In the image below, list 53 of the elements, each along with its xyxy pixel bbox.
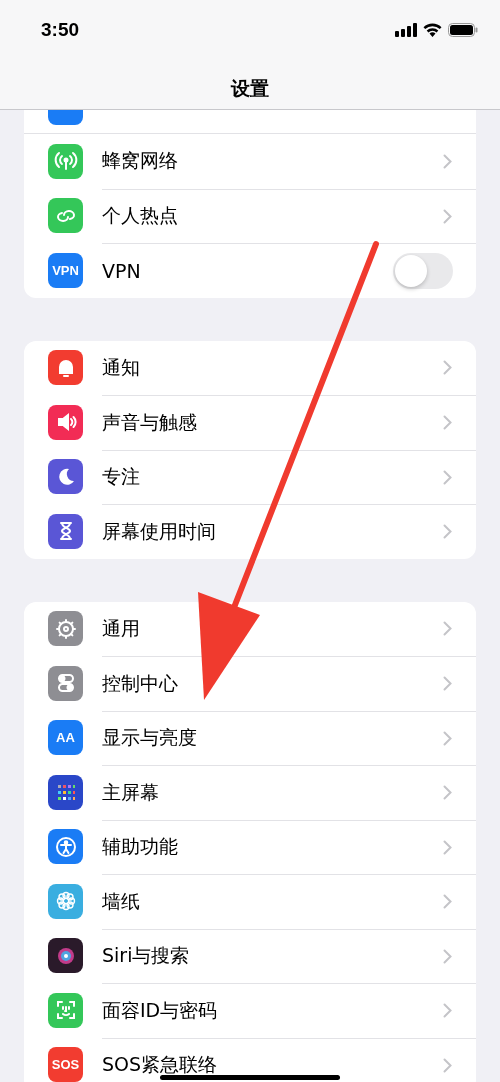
chevron-icon <box>443 1003 452 1019</box>
status-time: 3:50 <box>41 19 80 41</box>
signal-icon <box>395 23 417 37</box>
row-label: VPN <box>102 259 141 282</box>
settings-row[interactable]: 主屏幕 <box>24 765 476 820</box>
settings-row[interactable]: 屏幕使用时间 <box>24 504 476 559</box>
row-label: 墙纸 <box>102 888 140 914</box>
row-label: Siri与搜索 <box>102 943 190 969</box>
chevron-icon <box>443 621 452 637</box>
row-label: 通用 <box>102 615 140 641</box>
settings-row[interactable]: 个人热点 <box>24 188 476 243</box>
chevron-icon <box>443 785 452 801</box>
row-label: 通知 <box>102 354 140 380</box>
row-label: 专注 <box>102 464 140 490</box>
row-label: 主屏幕 <box>102 779 159 805</box>
settings-row[interactable]: VPN VPN <box>24 243 476 298</box>
settings-row[interactable]: Siri与搜索 <box>24 928 476 983</box>
row-label: 控制中心 <box>102 670 178 696</box>
chevron-icon <box>443 839 452 855</box>
settings-row[interactable]: 通知 <box>24 340 476 395</box>
settings-row[interactable]: 蜂窝网络 <box>24 134 476 189</box>
chevron-icon <box>443 730 452 746</box>
settings-row[interactable]: 专注 <box>24 449 476 504</box>
row-label: 辅助功能 <box>102 834 178 860</box>
row-label: 屏幕使用时间 <box>102 518 216 544</box>
text-icon: SOS <box>48 1047 83 1082</box>
settings-row[interactable]: 墙纸 <box>24 874 476 929</box>
settings-row[interactable]: AA 显示与亮度 <box>24 710 476 765</box>
row-label: 个人热点 <box>102 203 178 229</box>
chevron-icon <box>443 208 452 224</box>
settings-row[interactable]: 辅助功能 <box>24 819 476 874</box>
settings-row[interactable]: 面容ID与密码 <box>24 983 476 1038</box>
wifi-icon <box>423 23 442 37</box>
row-label: 面容ID与密码 <box>102 997 218 1023</box>
text-icon: VPN <box>48 252 83 288</box>
chevron-icon <box>443 360 452 376</box>
chevron-icon <box>443 469 452 485</box>
row-label: 蜂窝网络 <box>102 148 178 174</box>
row-label: 显示与亮度 <box>102 725 197 751</box>
settings-row[interactable]: 声音与触感 <box>24 395 476 450</box>
battery-icon <box>448 23 478 37</box>
page-title: 设置 <box>229 76 270 101</box>
chevron-icon <box>443 524 452 540</box>
chevron-icon <box>443 153 452 169</box>
row-label: SOS紧急联络 <box>102 1052 218 1078</box>
chevron-icon <box>443 676 452 692</box>
toggle-switch[interactable] <box>393 252 453 289</box>
chevron-icon <box>443 1057 452 1073</box>
chevron-icon <box>443 948 452 964</box>
chevron-icon <box>443 894 452 910</box>
chevron-icon <box>443 415 452 431</box>
row-label: 声音与触感 <box>102 409 197 435</box>
text-icon: AA <box>48 720 83 756</box>
